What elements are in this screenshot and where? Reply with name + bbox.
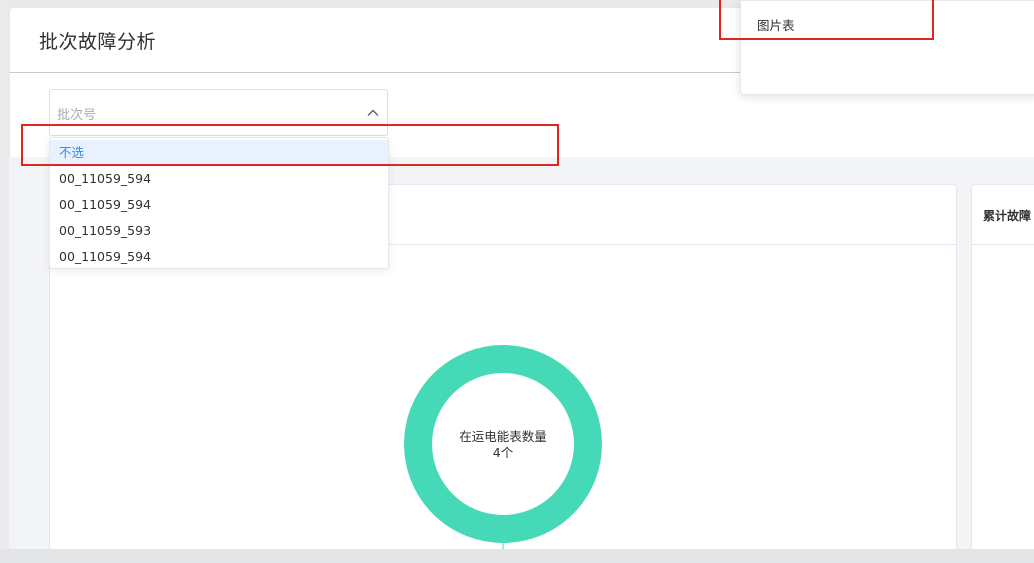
card-header-divider [972,244,1034,245]
left-edge [0,0,9,563]
dropdown-option[interactable]: 00_11059_593 [50,218,388,244]
dropdown-option-none[interactable]: 不选 [50,140,388,166]
dropdown-option[interactable]: 00_11059_594 [50,244,388,270]
batch-dropdown: 不选 00_11059_594 00_11059_594 00_11059_59… [49,137,389,269]
cumulative-fault-card: 累计故障 [971,184,1034,563]
card-title: 累计故障 [983,209,1032,223]
donut-center-value: 4个 [493,445,514,460]
menu-popover: 图片表 [740,0,1034,95]
batch-select-placeholder: 批次号 [57,108,97,123]
horizontal-scrollbar[interactable] [0,549,1034,563]
donut-slice[interactable] [404,345,602,543]
dropdown-option[interactable]: 00_11059_594 [50,166,388,192]
donut-center-title: 在运电能表数量 [459,429,547,444]
chevron-up-icon[interactable] [367,107,379,119]
batch-select[interactable]: 批次号 [49,89,388,136]
page-title: 批次故障分析 [39,31,157,53]
menu-item-picture-table[interactable]: 图片表 [757,15,795,34]
dropdown-option[interactable]: 00_11059_594 [50,192,388,218]
